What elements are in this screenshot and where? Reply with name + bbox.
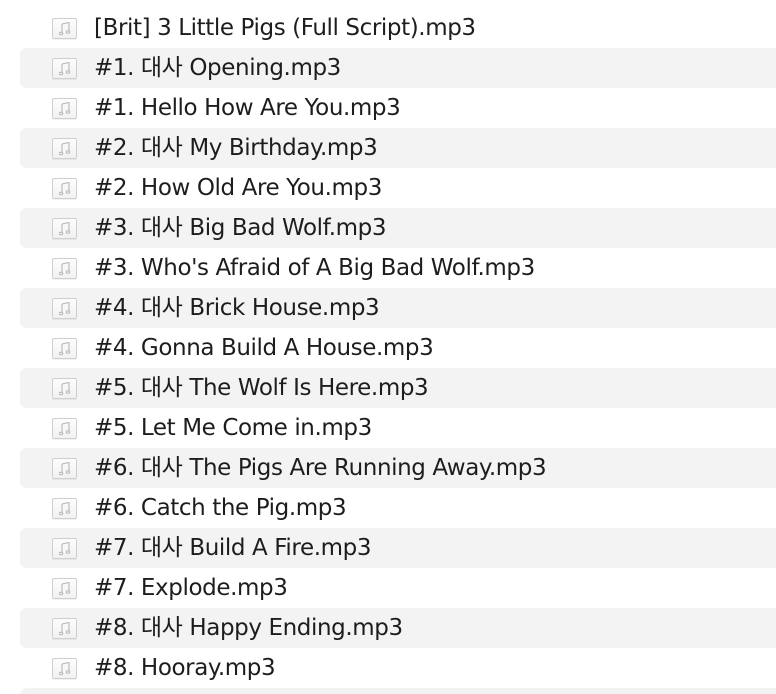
music-file-icon: [52, 138, 77, 159]
file-name: #8. Hooray.mp3: [94, 655, 276, 681]
file-name: #4. 대사 Brick House.mp3: [94, 295, 380, 321]
file-name: #1. Hello How Are You.mp3: [94, 95, 401, 121]
file-name: #3. Who's Afraid of A Big Bad Wolf.mp3: [94, 255, 535, 281]
music-file-icon: [52, 658, 77, 679]
file-name: #3. 대사 Big Bad Wolf.mp3: [94, 215, 387, 241]
music-file-icon: [52, 298, 77, 319]
music-file-icon: [52, 338, 77, 359]
file-row[interactable]: #7. 대사 Build A Fire.mp3: [20, 528, 776, 568]
file-name: [Brit] 3 Little Pigs (Full Script).mp3: [94, 15, 476, 41]
file-row[interactable]: #6. Catch the Pig.mp3: [20, 488, 776, 528]
music-file-icon: [52, 98, 77, 119]
file-name: #6. 대사 The Pigs Are Running Away.mp3: [94, 455, 547, 481]
file-name: #6. Catch the Pig.mp3: [94, 495, 347, 521]
file-list: [Brit] 3 Little Pigs (Full Script).mp3 #…: [0, 0, 776, 694]
file-row[interactable]: [Brit] 3 Little Pigs (Full Script).mp3: [20, 8, 776, 48]
file-row[interactable]: #4. Gonna Build A House.mp3: [20, 328, 776, 368]
file-name: #2. 대사 My Birthday.mp3: [94, 135, 378, 161]
file-row[interactable]: #2. 대사 My Birthday.mp3: [20, 128, 776, 168]
file-row[interactable]: #3. Who's Afraid of A Big Bad Wolf.mp3: [20, 248, 776, 288]
file-row[interactable]: #3. 대사 Big Bad Wolf.mp3: [20, 208, 776, 248]
file-name: #8. 대사 Happy Ending.mp3: [94, 615, 403, 641]
file-row[interactable]: #7. Explode.mp3: [20, 568, 776, 608]
file-name: #1. 대사 Opening.mp3: [94, 55, 341, 81]
music-file-icon: [52, 258, 77, 279]
file-row[interactable]: #4. 대사 Brick House.mp3: [20, 288, 776, 328]
file-row[interactable]: #5. Let Me Come in.mp3: [20, 408, 776, 448]
music-file-icon: [52, 618, 77, 639]
file-row[interactable]: #6. 대사 The Pigs Are Running Away.mp3: [20, 448, 776, 488]
file-row[interactable]: #8. Hooray.mp3: [20, 648, 776, 688]
file-name: #5. 대사 The Wolf Is Here.mp3: [94, 375, 429, 401]
file-name: #5. Let Me Come in.mp3: [94, 415, 372, 441]
file-row[interactable]: #1. Hello How Are You.mp3: [20, 88, 776, 128]
music-file-icon: [52, 538, 77, 559]
music-file-icon: [52, 18, 77, 39]
file-row[interactable]: #2. How Old Are You.mp3: [20, 168, 776, 208]
music-file-icon: [52, 378, 77, 399]
file-row[interactable]: #5. 대사 The Wolf Is Here.mp3: [20, 368, 776, 408]
music-file-icon: [52, 578, 77, 599]
music-file-icon: [52, 498, 77, 519]
file-name: #2. How Old Are You.mp3: [94, 175, 382, 201]
file-row[interactable]: #1. 대사 Opening.mp3: [20, 48, 776, 88]
file-row-partial[interactable]: [20, 688, 776, 694]
file-name: #7. Explode.mp3: [94, 575, 288, 601]
file-row[interactable]: #8. 대사 Happy Ending.mp3: [20, 608, 776, 648]
music-file-icon: [52, 218, 77, 239]
file-name: #7. 대사 Build A Fire.mp3: [94, 535, 372, 561]
music-file-icon: [52, 178, 77, 199]
music-file-icon: [52, 58, 77, 79]
file-name: #4. Gonna Build A House.mp3: [94, 335, 434, 361]
music-file-icon: [52, 458, 77, 479]
music-file-icon: [52, 418, 77, 439]
